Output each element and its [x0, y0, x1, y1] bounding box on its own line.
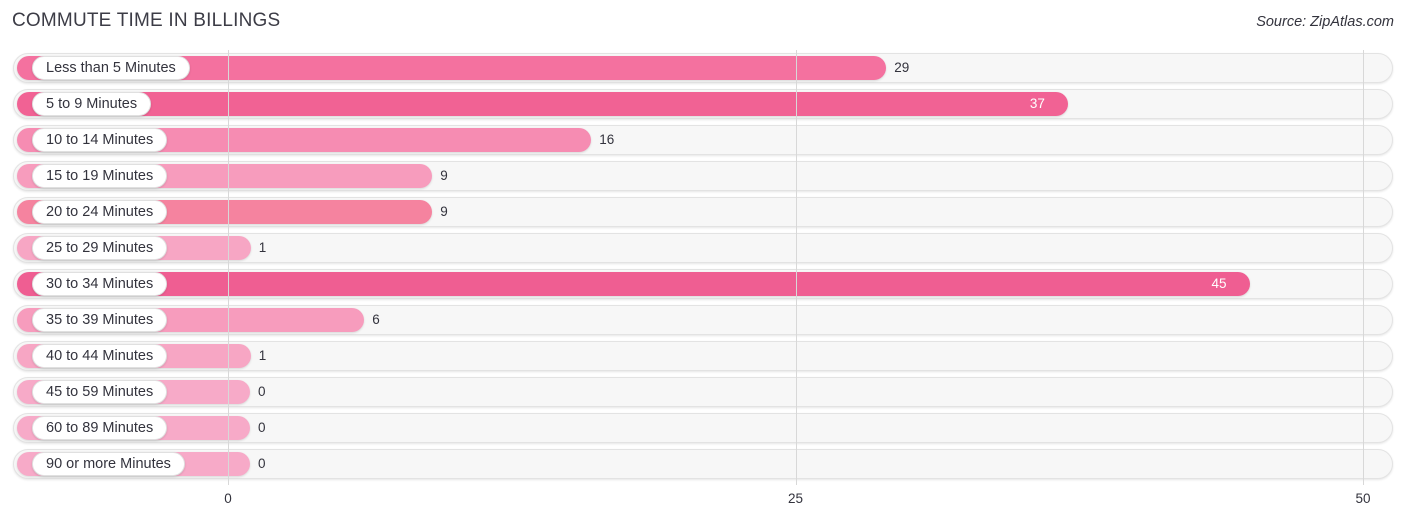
bar-row[interactable]: 45 to 59 Minutes 0	[13, 377, 1393, 407]
bar-label: 30 to 34 Minutes	[32, 272, 168, 296]
bar-label: 10 to 14 Minutes	[32, 128, 168, 152]
bar-row[interactable]: 35 to 39 Minutes 6	[13, 305, 1393, 335]
source-attribution: Source: ZipAtlas.com	[1256, 14, 1394, 30]
bar-label: 25 to 29 Minutes	[32, 236, 168, 260]
bar-row[interactable]: 10 to 14 Minutes 16	[13, 125, 1393, 155]
chart-container: COMMUTE TIME IN BILLINGS Source: ZipAtla…	[0, 0, 1406, 523]
page-title: COMMUTE TIME IN BILLINGS	[12, 10, 281, 31]
bar-value-label: 1	[258, 348, 267, 363]
bar-value-label: 29	[894, 60, 910, 75]
bar-row[interactable]: 60 to 89 Minutes 0	[13, 413, 1393, 443]
bar[interactable]	[17, 272, 1250, 296]
bar-value-label: 9	[440, 168, 448, 183]
plot-area: Less than 5 Minutes 29 5 to 9 Minutes 37 10 …	[0, 50, 1406, 485]
x-axis: 0 25 50	[0, 485, 1406, 523]
bar-value-label: 0	[258, 384, 266, 399]
bar-label: 40 to 44 Minutes	[32, 344, 168, 368]
bar-value-label: 6	[372, 312, 380, 327]
bar-row[interactable]: 90 or more Minutes 0	[13, 449, 1393, 479]
bar-row[interactable]: 40 to 44 Minutes 1	[13, 341, 1393, 371]
bar-value-label: 45	[1211, 276, 1227, 291]
bar-label: 90 or more Minutes	[32, 452, 185, 476]
bar-label: 5 to 9 Minutes	[32, 92, 152, 116]
bar-label: 60 to 89 Minutes	[32, 416, 168, 440]
bar-row[interactable]: 30 to 34 Minutes 45	[13, 269, 1393, 299]
bar-row[interactable]: Less than 5 Minutes 29	[13, 53, 1393, 83]
bar-value-label: 16	[599, 132, 615, 147]
bar-row[interactable]: 5 to 9 Minutes 37	[13, 89, 1393, 119]
bar[interactable]	[17, 92, 1068, 116]
bar-row[interactable]: 15 to 19 Minutes 9	[13, 161, 1393, 191]
x-axis-tick-label: 0	[224, 491, 232, 506]
bar-value-label: 9	[440, 204, 448, 219]
bar-value-label: 0	[258, 456, 266, 471]
bar-label: 20 to 24 Minutes	[32, 200, 168, 224]
bar-value-label: 0	[258, 420, 266, 435]
bar-label: 45 to 59 Minutes	[32, 380, 168, 404]
bar-value-label: 1	[258, 240, 267, 255]
bar-row[interactable]: 20 to 24 Minutes 9	[13, 197, 1393, 227]
bar-value-label: 37	[1029, 96, 1045, 111]
x-axis-tick-label: 25	[787, 491, 804, 506]
bar-row[interactable]: 25 to 29 Minutes 1	[13, 233, 1393, 263]
bar-label: 15 to 19 Minutes	[32, 164, 168, 188]
bar-label: 35 to 39 Minutes	[32, 308, 168, 332]
x-axis-tick-label: 50	[1355, 491, 1371, 506]
bar-label: Less than 5 Minutes	[32, 56, 190, 80]
